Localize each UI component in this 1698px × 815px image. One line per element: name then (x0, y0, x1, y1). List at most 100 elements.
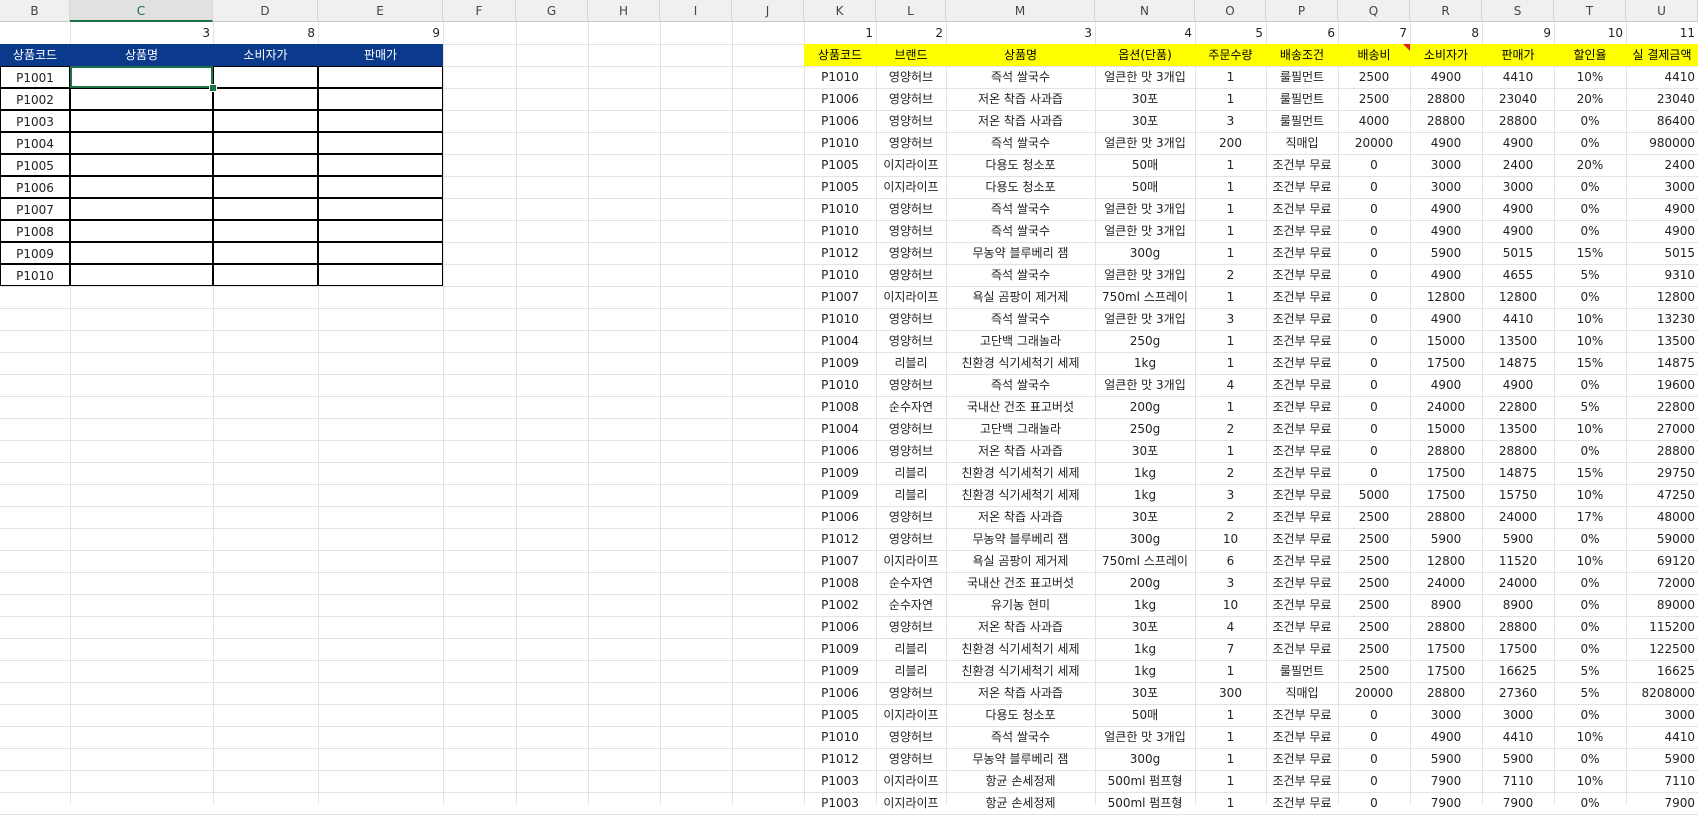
right-table-cell[interactable]: 980000 (1626, 132, 1698, 154)
right-table-cell[interactable]: 영양허브 (876, 418, 946, 440)
right-table-cell[interactable]: 15750 (1482, 484, 1554, 506)
right-table-cell[interactable]: 이지라이프 (876, 550, 946, 572)
right-table-cell[interactable]: 13500 (1482, 330, 1554, 352)
right-table-cell[interactable]: 5000 (1338, 484, 1410, 506)
right-header-cell[interactable]: 배송조건 (1266, 44, 1338, 66)
left-table-empty-cell[interactable] (70, 242, 213, 264)
right-header-cell[interactable]: 옵션(단품) (1095, 44, 1195, 66)
right-table-cell[interactable]: 0 (1338, 396, 1410, 418)
left-table-empty-cell[interactable] (213, 110, 318, 132)
right-table-cell[interactable]: P1003 (804, 770, 876, 792)
right-table-cell[interactable]: 12800 (1626, 286, 1698, 308)
right-table-cell[interactable]: 72000 (1626, 572, 1698, 594)
column-header-s[interactable]: S (1482, 0, 1554, 22)
right-table-cell[interactable]: P1008 (804, 396, 876, 418)
right-table-cell[interactable]: P1006 (804, 110, 876, 132)
right-table-cell[interactable]: 10% (1554, 726, 1626, 748)
left-table-empty-cell[interactable] (318, 154, 443, 176)
right-table-cell[interactable]: 0 (1338, 374, 1410, 396)
right-table-cell[interactable]: 룰필먼트 (1266, 110, 1338, 132)
right-table-cell[interactable]: 조건부 무료 (1266, 374, 1338, 396)
right-table-cell[interactable]: 조건부 무료 (1266, 638, 1338, 660)
left-table-empty-cell[interactable] (318, 88, 443, 110)
right-table-cell[interactable]: 1 (1195, 440, 1266, 462)
right-table-cell[interactable]: 9310 (1626, 264, 1698, 286)
right-table-cell[interactable]: 조건부 무료 (1266, 352, 1338, 374)
right-table-cell[interactable]: 4655 (1482, 264, 1554, 286)
left-table-code-cell[interactable]: P1010 (0, 264, 70, 286)
right-table-cell[interactable]: 47250 (1626, 484, 1698, 506)
right-table-cell[interactable]: 영양허브 (876, 220, 946, 242)
right-table-cell[interactable]: 7900 (1482, 792, 1554, 814)
right-table-cell[interactable]: 200g (1095, 396, 1195, 418)
right-table-cell[interactable]: 28800 (1410, 110, 1482, 132)
right-table-cell[interactable]: 0% (1554, 176, 1626, 198)
right-table-cell[interactable]: 저온 착즙 사과즙 (946, 682, 1095, 704)
column-header-h[interactable]: H (588, 0, 660, 22)
left-header-cell[interactable]: 소비자가 (213, 44, 318, 66)
right-table-cell[interactable]: 4900 (1410, 220, 1482, 242)
left-table-code-cell[interactable]: P1006 (0, 176, 70, 198)
right-index-cell[interactable]: 4 (1095, 22, 1195, 44)
right-table-cell[interactable]: 조건부 무료 (1266, 726, 1338, 748)
right-table-cell[interactable]: 28800 (1410, 616, 1482, 638)
right-table-cell[interactable]: 5900 (1410, 242, 1482, 264)
right-table-cell[interactable]: 2500 (1338, 550, 1410, 572)
right-table-cell[interactable]: 친환경 식기세척기 세제 (946, 484, 1095, 506)
right-table-cell[interactable]: P1010 (804, 264, 876, 286)
right-table-cell[interactable]: 4410 (1626, 66, 1698, 88)
right-table-cell[interactable]: 0 (1338, 330, 1410, 352)
right-table-cell[interactable]: P1010 (804, 220, 876, 242)
right-table-cell[interactable]: P1003 (804, 792, 876, 814)
column-header-g[interactable]: G (516, 0, 588, 22)
right-table-cell[interactable]: 2500 (1338, 616, 1410, 638)
right-table-cell[interactable]: 1 (1195, 770, 1266, 792)
left-table-empty-cell[interactable] (213, 154, 318, 176)
right-table-cell[interactable]: 122500 (1626, 638, 1698, 660)
right-table-cell[interactable]: 이지라이프 (876, 770, 946, 792)
right-table-cell[interactable]: 20000 (1338, 132, 1410, 154)
right-table-cell[interactable]: 2400 (1482, 154, 1554, 176)
right-table-cell[interactable]: 20% (1554, 88, 1626, 110)
right-table-cell[interactable]: 다용도 청소포 (946, 176, 1095, 198)
right-table-cell[interactable]: P1006 (804, 682, 876, 704)
right-table-cell[interactable]: 20% (1554, 154, 1626, 176)
right-table-cell[interactable]: 이지라이프 (876, 154, 946, 176)
right-table-cell[interactable]: 28800 (1410, 88, 1482, 110)
right-table-cell[interactable]: 1 (1195, 286, 1266, 308)
right-table-cell[interactable]: P1007 (804, 550, 876, 572)
right-table-cell[interactable]: 8900 (1410, 594, 1482, 616)
right-table-cell[interactable]: 조건부 무료 (1266, 286, 1338, 308)
right-table-cell[interactable]: 즉석 쌀국수 (946, 66, 1095, 88)
right-table-cell[interactable]: 3 (1195, 110, 1266, 132)
right-table-cell[interactable]: 1kg (1095, 660, 1195, 682)
right-table-cell[interactable]: 19600 (1626, 374, 1698, 396)
right-table-cell[interactable]: 250g (1095, 418, 1195, 440)
right-table-cell[interactable]: P1009 (804, 484, 876, 506)
left-table-empty-cell[interactable] (213, 198, 318, 220)
right-table-cell[interactable]: 조건부 무료 (1266, 242, 1338, 264)
right-table-cell[interactable]: 89000 (1626, 594, 1698, 616)
right-table-cell[interactable]: 즉석 쌀국수 (946, 308, 1095, 330)
right-table-cell[interactable]: 즉석 쌀국수 (946, 198, 1095, 220)
right-table-cell[interactable]: P1005 (804, 154, 876, 176)
right-table-cell[interactable]: 115200 (1626, 616, 1698, 638)
right-table-cell[interactable]: 10 (1195, 528, 1266, 550)
right-table-cell[interactable]: P1009 (804, 352, 876, 374)
right-index-cell[interactable]: 1 (804, 22, 876, 44)
left-table-empty-cell[interactable] (318, 66, 443, 88)
right-table-cell[interactable]: 즉석 쌀국수 (946, 264, 1095, 286)
right-table-cell[interactable]: 86400 (1626, 110, 1698, 132)
right-header-cell[interactable]: 상품명 (946, 44, 1095, 66)
left-table-code-cell[interactable]: P1007 (0, 198, 70, 220)
right-table-cell[interactable]: 0% (1554, 572, 1626, 594)
right-table-cell[interactable]: P1012 (804, 528, 876, 550)
right-table-cell[interactable]: 0 (1338, 748, 1410, 770)
right-table-cell[interactable]: 영양허브 (876, 506, 946, 528)
right-table-cell[interactable]: 29750 (1626, 462, 1698, 484)
right-table-cell[interactable]: 저온 착즙 사과즙 (946, 616, 1095, 638)
fill-handle[interactable] (209, 84, 217, 92)
right-table-cell[interactable]: 4900 (1410, 66, 1482, 88)
right-table-cell[interactable]: 28800 (1626, 440, 1698, 462)
right-table-cell[interactable]: 룰필먼트 (1266, 66, 1338, 88)
